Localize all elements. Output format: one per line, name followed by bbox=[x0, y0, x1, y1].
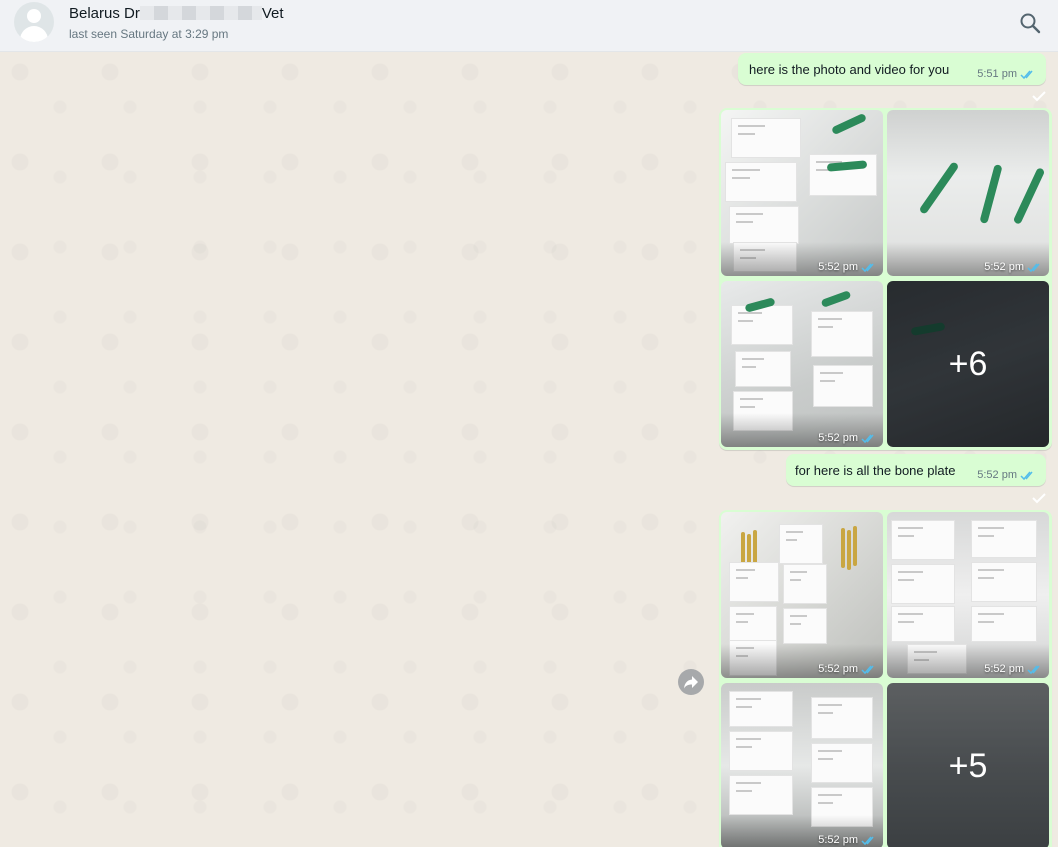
contact-name[interactable]: Belarus Dr Vet bbox=[69, 5, 284, 22]
chat-header: Belarus Dr Vet last seen Saturday at 3:29… bbox=[0, 0, 1058, 52]
photo-time: 5:52 pm bbox=[818, 261, 858, 273]
label-card bbox=[891, 564, 955, 604]
album-photo[interactable]: 5:52 pm bbox=[721, 683, 883, 847]
message-meta: 5:51 pm bbox=[977, 68, 1036, 80]
photo-time: 5:52 pm bbox=[818, 834, 858, 846]
label-card bbox=[779, 524, 823, 564]
double-check-icon bbox=[1020, 471, 1033, 480]
bone-plate bbox=[820, 290, 852, 308]
label-card bbox=[729, 731, 793, 771]
photo-time: 5:52 pm bbox=[984, 261, 1024, 273]
double-check-icon bbox=[861, 434, 874, 443]
double-check-icon bbox=[1020, 70, 1033, 79]
bone-plate bbox=[1012, 167, 1046, 225]
bone-plate bbox=[830, 112, 868, 136]
contact-last-seen: last seen Saturday at 3:29 pm bbox=[69, 27, 229, 41]
outgoing-text-message[interactable]: for here is all the bone plate 5:52 pm bbox=[786, 454, 1046, 486]
message-time: 5:52 pm bbox=[977, 469, 1017, 481]
photo-meta: 5:52 pm bbox=[984, 663, 1043, 675]
more-photos-count: +6 bbox=[887, 281, 1049, 447]
label-card bbox=[783, 564, 827, 604]
photo-meta: 5:52 pm bbox=[818, 432, 877, 444]
album-photo[interactable]: 5:52 pm bbox=[721, 110, 883, 276]
search-icon bbox=[1020, 13, 1041, 34]
message-meta: 5:52 pm bbox=[977, 469, 1036, 481]
photo-time: 5:52 pm bbox=[984, 663, 1024, 675]
contact-name-prefix: Belarus Dr bbox=[69, 5, 140, 22]
outgoing-text-message[interactable]: here is the photo and video for you 5:51… bbox=[738, 53, 1046, 85]
label-card bbox=[891, 606, 955, 642]
more-photos-count: +5 bbox=[887, 683, 1049, 847]
photo-meta: 5:52 pm bbox=[818, 834, 877, 846]
double-check-icon bbox=[861, 263, 874, 272]
double-check-icon bbox=[1027, 665, 1040, 674]
album-photo[interactable]: 5:52 pm bbox=[887, 512, 1049, 678]
album-photo[interactable]: 5:52 pm bbox=[721, 281, 883, 447]
bone-plate bbox=[918, 161, 960, 215]
react-icon[interactable] bbox=[1032, 492, 1046, 504]
label-card bbox=[729, 691, 793, 727]
screw bbox=[847, 530, 851, 570]
message-time: 5:51 pm bbox=[977, 68, 1017, 80]
label-card bbox=[725, 162, 797, 202]
double-check-icon bbox=[861, 836, 874, 845]
label-card bbox=[971, 562, 1037, 602]
screw bbox=[841, 528, 845, 568]
chat-pane: here is the photo and video for you 5:51… bbox=[0, 52, 1058, 847]
double-check-icon bbox=[1027, 263, 1040, 272]
label-card bbox=[891, 520, 955, 560]
album-photo[interactable]: 5:52 pm bbox=[887, 110, 1049, 276]
label-card bbox=[729, 562, 779, 602]
search-button[interactable] bbox=[1016, 9, 1044, 37]
avatar-head bbox=[27, 9, 41, 23]
label-card bbox=[729, 775, 793, 815]
label-card bbox=[731, 305, 793, 345]
label-card bbox=[783, 608, 827, 644]
label-card bbox=[735, 351, 791, 387]
photo-time: 5:52 pm bbox=[818, 663, 858, 675]
label-card bbox=[729, 606, 777, 644]
redacted-name-blur bbox=[139, 6, 262, 20]
photo-meta: 5:52 pm bbox=[818, 261, 877, 273]
default-avatar-icon[interactable] bbox=[14, 2, 54, 42]
double-check-icon bbox=[861, 665, 874, 674]
label-card bbox=[971, 606, 1037, 642]
label-card bbox=[729, 206, 799, 244]
label-card bbox=[731, 118, 801, 158]
forward-icon bbox=[684, 676, 698, 689]
album-photo-more[interactable]: +5 bbox=[887, 683, 1049, 847]
screw bbox=[853, 526, 857, 566]
label-card bbox=[809, 154, 877, 196]
contact-name-suffix: Vet bbox=[261, 5, 284, 22]
photo-album: 5:52 pm 5:52 pm 5:52 pm +5 bbox=[719, 510, 1052, 847]
label-card bbox=[813, 365, 873, 407]
label-card bbox=[811, 311, 873, 357]
photo-album: 5:52 pm 5:52 pm 5:52 pm +6 bbox=[719, 108, 1052, 450]
label-card bbox=[811, 743, 873, 783]
album-photo[interactable]: 5:52 pm bbox=[721, 512, 883, 678]
photo-time: 5:52 pm bbox=[818, 432, 858, 444]
bone-plate bbox=[979, 163, 1003, 225]
photo-meta: 5:52 pm bbox=[818, 663, 877, 675]
label-card bbox=[971, 520, 1037, 558]
label-card bbox=[811, 697, 873, 739]
react-icon[interactable] bbox=[1032, 90, 1046, 102]
album-photo-more[interactable]: +6 bbox=[887, 281, 1049, 447]
photo-meta: 5:52 pm bbox=[984, 261, 1043, 273]
avatar-body bbox=[20, 26, 48, 42]
forward-button[interactable] bbox=[678, 669, 704, 695]
message-text: here is the photo and video for you bbox=[749, 62, 950, 77]
message-text: for here is all the bone plate bbox=[795, 463, 956, 478]
